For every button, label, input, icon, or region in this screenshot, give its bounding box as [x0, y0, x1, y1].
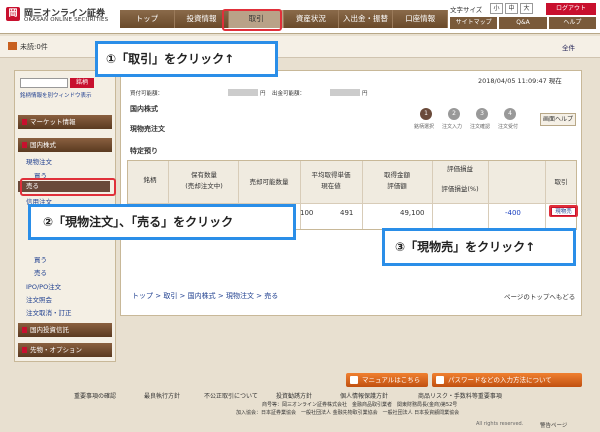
- mail-icon: [8, 42, 17, 50]
- callout-step3: ③「現物売」をクリック↑: [382, 228, 576, 266]
- nav-deposit[interactable]: 入出金・振替: [338, 10, 394, 28]
- logo-mark-icon: 岡: [6, 7, 20, 21]
- th-amount: 取得金額: [384, 171, 410, 179]
- textsize-medium[interactable]: 中: [505, 3, 518, 14]
- sidebar-domestic-stock[interactable]: 国内株式: [18, 138, 112, 152]
- cell-pl: -400: [505, 209, 521, 217]
- callout-step1: ①「取引」をクリック↑: [95, 41, 278, 77]
- breadcrumb[interactable]: トップ > 取引 > 国内株式 > 現物注文 > 売る: [132, 291, 278, 301]
- util-nav: サイトマップ Q&A ヘルプ: [450, 17, 596, 29]
- logo[interactable]: 岡 岡三オンライン証券 OKASAN ONLINE SECURITIES: [6, 5, 116, 27]
- sidebar-sell-margin[interactable]: 売る: [34, 267, 47, 277]
- footer-link-unfair[interactable]: 不公正取引について: [204, 391, 258, 400]
- step-1: 1: [420, 108, 432, 120]
- sidebar-buy-margin[interactable]: 買う: [34, 254, 47, 264]
- footer-rights: All rights reserved.: [476, 421, 524, 427]
- page-title: 現物売注文: [130, 125, 165, 133]
- sidebar-mutual-fund[interactable]: 国内投資信託: [18, 323, 112, 337]
- symbol-window-link[interactable]: 銘柄情報を別ウィンドウ表示: [20, 91, 92, 99]
- buy-power-label: 買付可能額：: [130, 91, 164, 97]
- textsize-label: 文字サイズ: [450, 6, 483, 14]
- section-title: 特定預り: [130, 147, 158, 155]
- nav-top[interactable]: トップ: [120, 10, 175, 28]
- qa-button[interactable]: Q&A: [499, 17, 547, 29]
- nav-account[interactable]: 口座情報: [393, 10, 449, 28]
- step-label-4: 注文受付: [498, 124, 519, 130]
- footer-warning[interactable]: 警告ページ: [540, 421, 567, 429]
- th-symbol: 銘柄: [143, 176, 157, 184]
- sidebar-market-info[interactable]: マーケット情報: [18, 115, 112, 129]
- highlight-sell: [20, 178, 116, 196]
- th-trade: 取引: [554, 178, 568, 186]
- cell-sellable: 100: [300, 209, 314, 217]
- unread-count[interactable]: 未読:0件: [20, 42, 48, 52]
- step-label-3: 注文確認: [470, 124, 491, 130]
- th-pl: 評価損益: [447, 165, 473, 173]
- sitemap-button[interactable]: サイトマップ: [450, 17, 498, 29]
- sidebar-genbutsu-order[interactable]: 現物注文: [26, 156, 52, 166]
- step-3: 3: [476, 108, 488, 120]
- buy-power-unit: 円: [260, 91, 266, 97]
- cell-amount: 49,100: [400, 209, 425, 217]
- highlight-trade: [222, 9, 282, 31]
- cell-avg: 491: [340, 209, 354, 217]
- page-top-link[interactable]: ページのトップへもどる: [504, 291, 575, 301]
- manual-button[interactable]: マニュアルはこちら: [346, 373, 428, 387]
- sidebar-futures[interactable]: 先物・オプション: [18, 343, 112, 357]
- th-avg-price: 平均取得単価: [311, 171, 351, 179]
- step-label-2: 注文入力: [442, 124, 463, 130]
- footer-association: 加入協会：日本証券業協会 一般社団法人 金融先物取引業協会 一般社団法人 日本投…: [236, 410, 460, 416]
- all-messages-link[interactable]: 全件: [562, 42, 575, 52]
- withdraw-value-redacted: [330, 89, 360, 96]
- textsize-large[interactable]: 大: [520, 3, 533, 14]
- help-button[interactable]: ヘルプ: [548, 17, 596, 29]
- footer-link-best-exec[interactable]: 最良執行方針: [144, 391, 180, 400]
- withdraw-label: 出金可能額：: [272, 91, 306, 97]
- page-category: 国内株式: [130, 105, 158, 113]
- logout-button[interactable]: ログアウト: [546, 3, 596, 15]
- symbol-search-input[interactable]: [20, 78, 68, 88]
- message-bar: [0, 36, 600, 58]
- callout-step2: ②「現物注文」、「売る」をクリック: [28, 204, 296, 240]
- password-help-button[interactable]: パスワードなどの入力方法について: [432, 373, 582, 387]
- th-eval: 評価額: [387, 182, 407, 190]
- sidebar-order-inquiry[interactable]: 注文照会: [26, 294, 52, 304]
- th-sellable: 売却可能数量: [249, 178, 289, 186]
- textsize-small[interactable]: 小: [490, 3, 503, 14]
- footer-link-risk[interactable]: 商品リスク・手数料等重要事項: [418, 391, 502, 400]
- sidebar-ipo[interactable]: IPO/PO注文: [26, 281, 61, 291]
- step-label-1: 銘柄選択: [414, 124, 435, 130]
- th-pl-pct: 評価損益(%): [441, 185, 479, 193]
- global-nav: トップ 投資情報 取引 資産状況 入出金・振替 口座情報: [120, 10, 449, 28]
- sidebar-order-cancel[interactable]: 注文取消・訂正: [26, 307, 72, 317]
- th-holdings-sub: (売却注文中): [185, 182, 223, 190]
- screen-help-button[interactable]: 画面ヘルプ: [540, 113, 576, 126]
- th-holdings: 保有数量: [191, 171, 217, 179]
- footer-link-privacy[interactable]: 個人情報保護方針: [340, 391, 388, 400]
- withdraw-unit: 円: [362, 91, 368, 97]
- footer-link-important[interactable]: 重要事項の確認: [74, 391, 116, 400]
- step-indicator: 1 2 3 4 銘柄選択 注文入力 注文確認 注文受付: [414, 108, 530, 134]
- buy-power-value-redacted: [228, 89, 258, 96]
- footer-company: 商号等：岡三オンライン証券株式会社 金融商品取引業者 関東財務局長(金商)第52…: [262, 402, 458, 408]
- step-4: 4: [504, 108, 516, 120]
- genbutsu-sell-button[interactable]: 現物売: [551, 207, 576, 216]
- th-current: 現在値: [321, 182, 341, 190]
- logo-en: OKASAN ONLINE SECURITIES: [24, 17, 109, 23]
- datetime: 2018/04/05 11:09:47 現在: [478, 77, 562, 85]
- footer-link-solicit[interactable]: 投資勧誘方針: [276, 391, 312, 400]
- symbol-search-button[interactable]: 銘柄: [70, 78, 94, 88]
- nav-assets[interactable]: 資産状況: [284, 10, 339, 28]
- step-2: 2: [448, 108, 460, 120]
